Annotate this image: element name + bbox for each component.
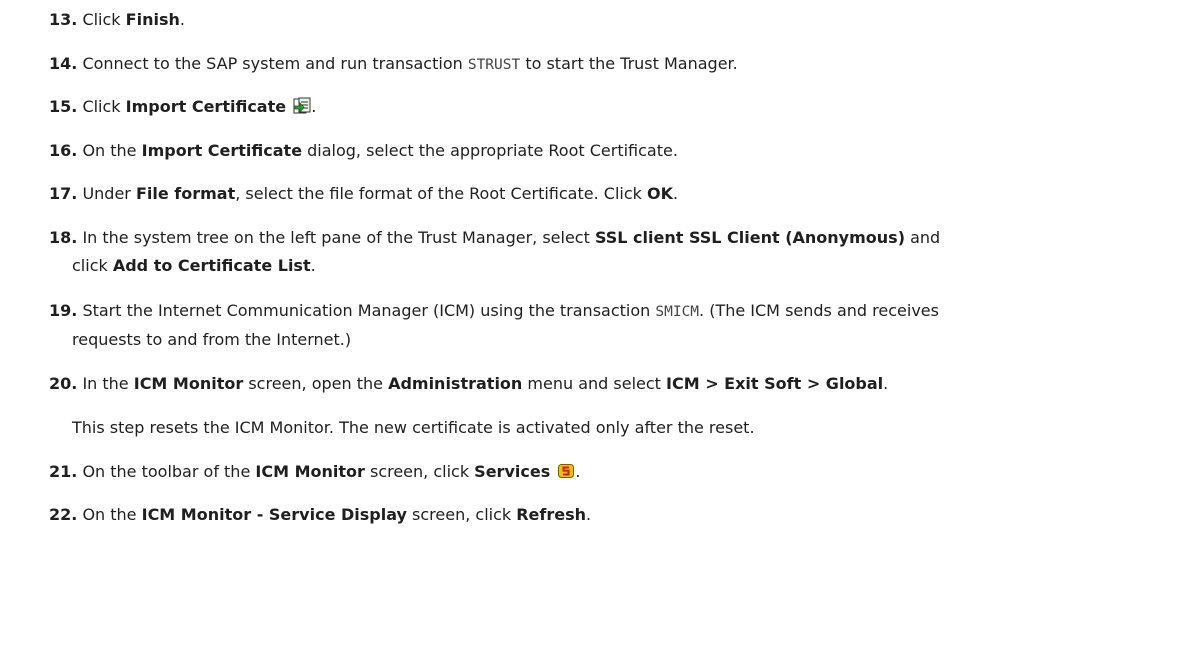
transaction-code: SMICM: [655, 304, 700, 320]
step-13: 13. Click Finish.: [49, 10, 185, 29]
step-15: 15. Click Import Certificate .: [49, 93, 316, 124]
step-14: 14. Connect to the SAP system and run tr…: [49, 54, 738, 73]
step-20-note: This step resets the ICM Monitor. The ne…: [72, 418, 755, 437]
step-20: 20. In the ICM Monitor screen, open the …: [49, 374, 889, 393]
step-18: 18. In the system tree on the left pane …: [49, 228, 941, 275]
transaction-code: STRUST: [467, 57, 521, 73]
document-page: 13. Click Finish. 14. Connect to the SAP…: [0, 0, 1189, 645]
step-22: 22. On the ICM Monitor - Service Display…: [49, 505, 592, 524]
step-21: 21. On the toolbar of the ICM Monitor sc…: [49, 458, 580, 489]
services-icon: [557, 461, 575, 489]
step-16: 16. On the Import Certificate dialog, se…: [49, 141, 678, 160]
step-17: 17. Under File format, select the file f…: [49, 184, 679, 203]
step-19: 19. Start the Internet Communication Man…: [49, 301, 939, 349]
import-certificate-icon: [293, 96, 311, 124]
